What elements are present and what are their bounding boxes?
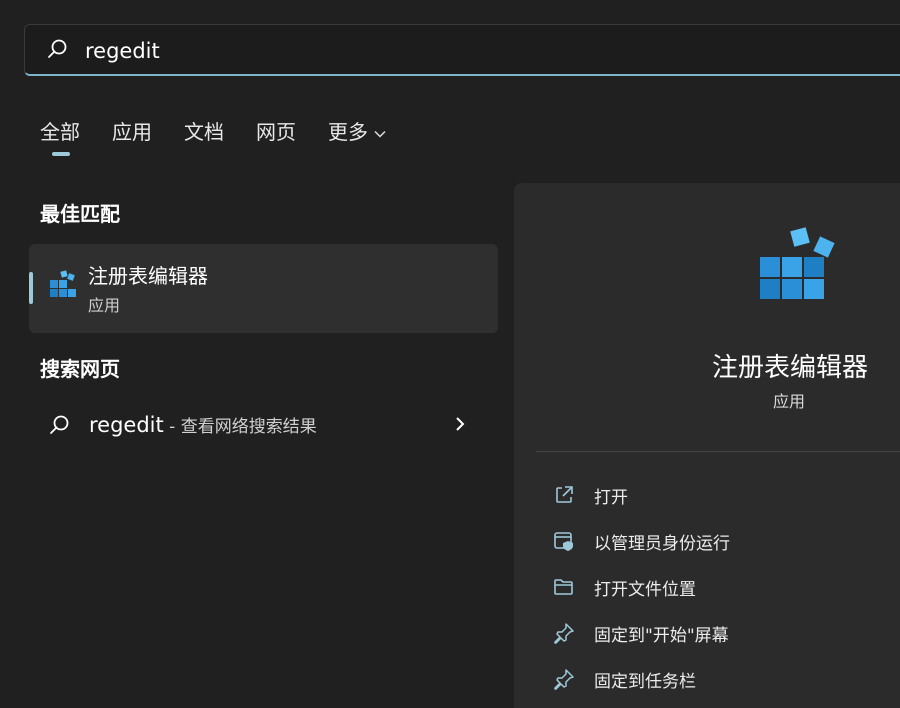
web-search-query-text: regedit - 查看网络搜索结果 — [89, 412, 317, 437]
search-icon — [47, 38, 69, 64]
search-input[interactable] — [83, 33, 787, 69]
pin-to-taskbar-action[interactable]: 固定到任务栏 — [552, 664, 696, 694]
web-search-item[interactable]: regedit - 查看网络搜索结果 — [29, 400, 498, 452]
details-subtitle: 应用 — [773, 392, 806, 411]
tab-apps[interactable]: 应用 — [112, 116, 152, 145]
filter-tabs: 全部 应用 文档 网页 更多 — [40, 116, 418, 156]
pin-icon — [552, 667, 576, 691]
open-action[interactable]: 打开 — [552, 480, 628, 510]
open-file-location-action[interactable]: 打开文件位置 — [552, 572, 696, 602]
details-panel: 注册表编辑器 应用 打开 以管理员身份运行 打开文件位置 固定到"开始"屏幕 固… — [514, 183, 900, 708]
pin-to-start-action[interactable]: 固定到"开始"屏幕 — [552, 618, 729, 648]
search-bar[interactable] — [24, 24, 900, 76]
tab-web[interactable]: 网页 — [256, 116, 296, 145]
run-as-admin-action[interactable]: 以管理员身份运行 — [552, 526, 730, 556]
best-match-subtitle: 应用 — [88, 296, 121, 315]
divider — [536, 451, 900, 452]
chevron-down-icon — [374, 119, 386, 143]
best-match-heading: 最佳匹配 — [40, 202, 120, 226]
run-as-admin-icon — [552, 529, 576, 553]
pin-icon — [552, 621, 576, 645]
folder-icon — [552, 575, 576, 599]
pin-to-start-label: 固定到"开始"屏幕 — [594, 625, 729, 646]
open-action-label: 打开 — [594, 487, 628, 508]
web-search-heading: 搜索网页 — [40, 357, 120, 381]
open-file-location-label: 打开文件位置 — [594, 579, 696, 600]
registry-editor-icon — [47, 270, 77, 306]
tab-all[interactable]: 全部 — [40, 116, 80, 156]
selection-indicator — [29, 272, 33, 304]
tab-documents[interactable]: 文档 — [184, 116, 224, 145]
details-title: 注册表编辑器 — [712, 353, 869, 383]
search-icon — [49, 414, 71, 440]
open-external-icon — [552, 483, 576, 507]
tab-more[interactable]: 更多 — [328, 116, 386, 145]
pin-to-taskbar-label: 固定到任务栏 — [594, 671, 696, 692]
web-search-hint: - 查看网络搜索结果 — [163, 417, 317, 437]
registry-editor-large-icon — [754, 227, 840, 317]
best-match-title: 注册表编辑器 — [88, 264, 208, 288]
best-match-item[interactable]: 注册表编辑器 应用 — [29, 244, 498, 333]
run-as-admin-label: 以管理员身份运行 — [594, 533, 730, 554]
web-search-query: regedit — [89, 413, 164, 437]
chevron-right-icon[interactable] — [455, 416, 465, 436]
